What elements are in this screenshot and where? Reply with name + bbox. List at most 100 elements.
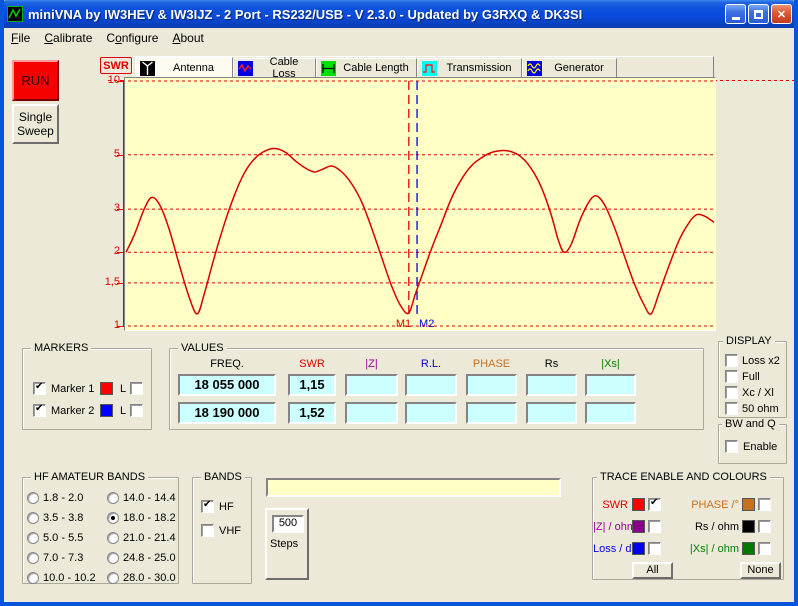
band-radio-14.0-14.4[interactable]: [107, 492, 119, 504]
maximize-button[interactable]: [748, 4, 769, 24]
trace-none-button[interactable]: None: [740, 562, 781, 579]
trace-enable-checkbox[interactable]: [648, 542, 661, 555]
swr-axis-label: SWR: [100, 57, 132, 74]
values-panel-title: VALUES: [178, 342, 227, 354]
steps-input[interactable]: 500: [272, 515, 304, 533]
trace-label: |Z| / ohm: [593, 521, 628, 533]
bw-enable-checkbox[interactable]: [725, 440, 738, 453]
menu-configure[interactable]: Configure: [99, 29, 165, 47]
band-radio-3.5-3.8[interactable]: [27, 512, 39, 524]
trace-color-swatch[interactable]: [632, 498, 645, 511]
y-tick-mark: [117, 209, 123, 210]
marker1-checkbox[interactable]: [33, 382, 46, 395]
marker1-l-label: L: [120, 383, 126, 395]
swr-chart-plot[interactable]: M1M2: [124, 77, 716, 331]
marker2-checkbox[interactable]: [33, 404, 46, 417]
band-radio-28.0-30.0[interactable]: [107, 572, 119, 584]
value-field-row2-col3[interactable]: [345, 402, 398, 424]
band-vhf-label: VHF: [219, 525, 241, 537]
y-tick-mark: [117, 252, 123, 253]
value-field-row1-col5[interactable]: [466, 374, 517, 396]
marker1-color-swatch[interactable]: [100, 382, 113, 395]
trace-enable-checkbox[interactable]: [758, 520, 771, 533]
generator-icon: [527, 61, 542, 76]
trace-all-button[interactable]: All: [632, 562, 673, 579]
display-xc-xl-checkbox[interactable]: [725, 386, 738, 399]
band-radio-label: 10.0 - 10.2: [43, 572, 96, 584]
display-panel: DISPLAY Loss x2FullXc / Xl50 ohm: [718, 341, 787, 418]
menu-bar: File Calibrate Configure About: [4, 28, 794, 48]
band-radio-label: 21.0 - 21.4: [123, 532, 176, 544]
value-field-row1-col7[interactable]: [585, 374, 636, 396]
value-field-row1-col3[interactable]: [345, 374, 398, 396]
marker2-color-swatch[interactable]: [100, 404, 113, 417]
trace-color-swatch[interactable]: [632, 542, 645, 555]
trace-enable-checkbox[interactable]: [648, 520, 661, 533]
band-radio-10.0-10.2[interactable]: [27, 572, 39, 584]
tab-transmission[interactable]: Transmission: [417, 58, 522, 78]
trace-panel: TRACE ENABLE AND COLOURS All None SWRPHA…: [592, 477, 784, 580]
trace-color-swatch[interactable]: [742, 498, 755, 511]
band-radio-5.0-5.5[interactable]: [27, 532, 39, 544]
close-button[interactable]: ✕: [771, 4, 792, 24]
svg-text:M1: M1: [396, 318, 411, 330]
trace-label: SWR: [593, 499, 628, 511]
values-header-3: |Z|: [345, 358, 398, 370]
value-field-row1-col1[interactable]: 18 055 000: [178, 374, 276, 396]
y-tick-label-3: 3: [98, 202, 120, 214]
values-header-4: R.L.: [405, 358, 457, 370]
menu-file[interactable]: File: [4, 29, 37, 47]
swr-chart-svg: M1M2: [125, 78, 715, 330]
value-field-row1-col6[interactable]: [526, 374, 577, 396]
trace-color-swatch[interactable]: [632, 520, 645, 533]
band-radio-21.0-21.4[interactable]: [107, 532, 119, 544]
value-field-row2-col2[interactable]: 1,52: [288, 402, 336, 424]
single-sweep-button[interactable]: Single Sweep: [12, 104, 59, 144]
tab-cable-loss[interactable]: Cable Loss: [233, 58, 316, 78]
tab-generator[interactable]: Generator: [522, 58, 617, 78]
band-radio-1.8-2.0[interactable]: [27, 492, 39, 504]
trace-enable-checkbox[interactable]: [758, 542, 771, 555]
trace-color-swatch[interactable]: [742, 542, 755, 555]
y-tick-mark: [117, 81, 123, 82]
display-option-label: Xc / Xl: [742, 387, 774, 399]
band-radio-label: 28.0 - 30.0: [123, 572, 176, 584]
value-field-row2-col4[interactable]: [405, 402, 457, 424]
trace-panel-title: TRACE ENABLE AND COLOURS: [597, 471, 770, 483]
sweep-status-field[interactable]: [266, 478, 561, 497]
display-loss-x2-checkbox[interactable]: [725, 354, 738, 367]
band-vhf-checkbox[interactable]: [201, 524, 214, 537]
values-header-6: Rs: [526, 358, 577, 370]
tab-cable-length[interactable]: Cable Length: [316, 58, 417, 78]
band-radio-18.0-18.2[interactable]: [107, 512, 119, 524]
value-field-row2-col6[interactable]: [526, 402, 577, 424]
run-button[interactable]: RUN: [12, 60, 59, 101]
value-field-row1-col4[interactable]: [405, 374, 457, 396]
trace-color-swatch[interactable]: [742, 520, 755, 533]
trace-enable-checkbox[interactable]: [648, 498, 661, 511]
band-radio-7.0-7.3[interactable]: [27, 552, 39, 564]
app-window: miniVNA by IW3HEV & IW3IJZ - 2 Port - RS…: [0, 0, 798, 606]
value-field-row2-col5[interactable]: [466, 402, 517, 424]
band-radio-label: 5.0 - 5.5: [43, 532, 83, 544]
display-50-ohm-checkbox[interactable]: [725, 402, 738, 415]
marker2-l-checkbox[interactable]: [130, 404, 143, 417]
marker1-l-checkbox[interactable]: [130, 382, 143, 395]
tab-cable-length-label: Cable Length: [342, 62, 416, 74]
tab-antenna[interactable]: Antenna: [135, 57, 233, 79]
single-sweep-label-2: Sweep: [17, 124, 54, 138]
value-field-row1-col2[interactable]: 1,15: [288, 374, 336, 396]
minimize-button[interactable]: [725, 4, 746, 24]
band-radio-label: 14.0 - 14.4: [123, 492, 176, 504]
value-field-row2-col1[interactable]: 18 190 000: [178, 402, 276, 424]
marker2-l-label: L: [120, 405, 126, 417]
menu-about[interactable]: About: [165, 29, 210, 47]
value-field-row2-col7[interactable]: [585, 402, 636, 424]
bands-panel-title: BANDS: [201, 471, 245, 483]
trace-enable-checkbox[interactable]: [758, 498, 771, 511]
menu-calibrate[interactable]: Calibrate: [37, 29, 99, 47]
display-full-checkbox[interactable]: [725, 370, 738, 383]
band-radio-24.8-25.0[interactable]: [107, 552, 119, 564]
values-header-7: |Xs|: [585, 358, 636, 370]
band-hf-checkbox[interactable]: [201, 500, 214, 513]
